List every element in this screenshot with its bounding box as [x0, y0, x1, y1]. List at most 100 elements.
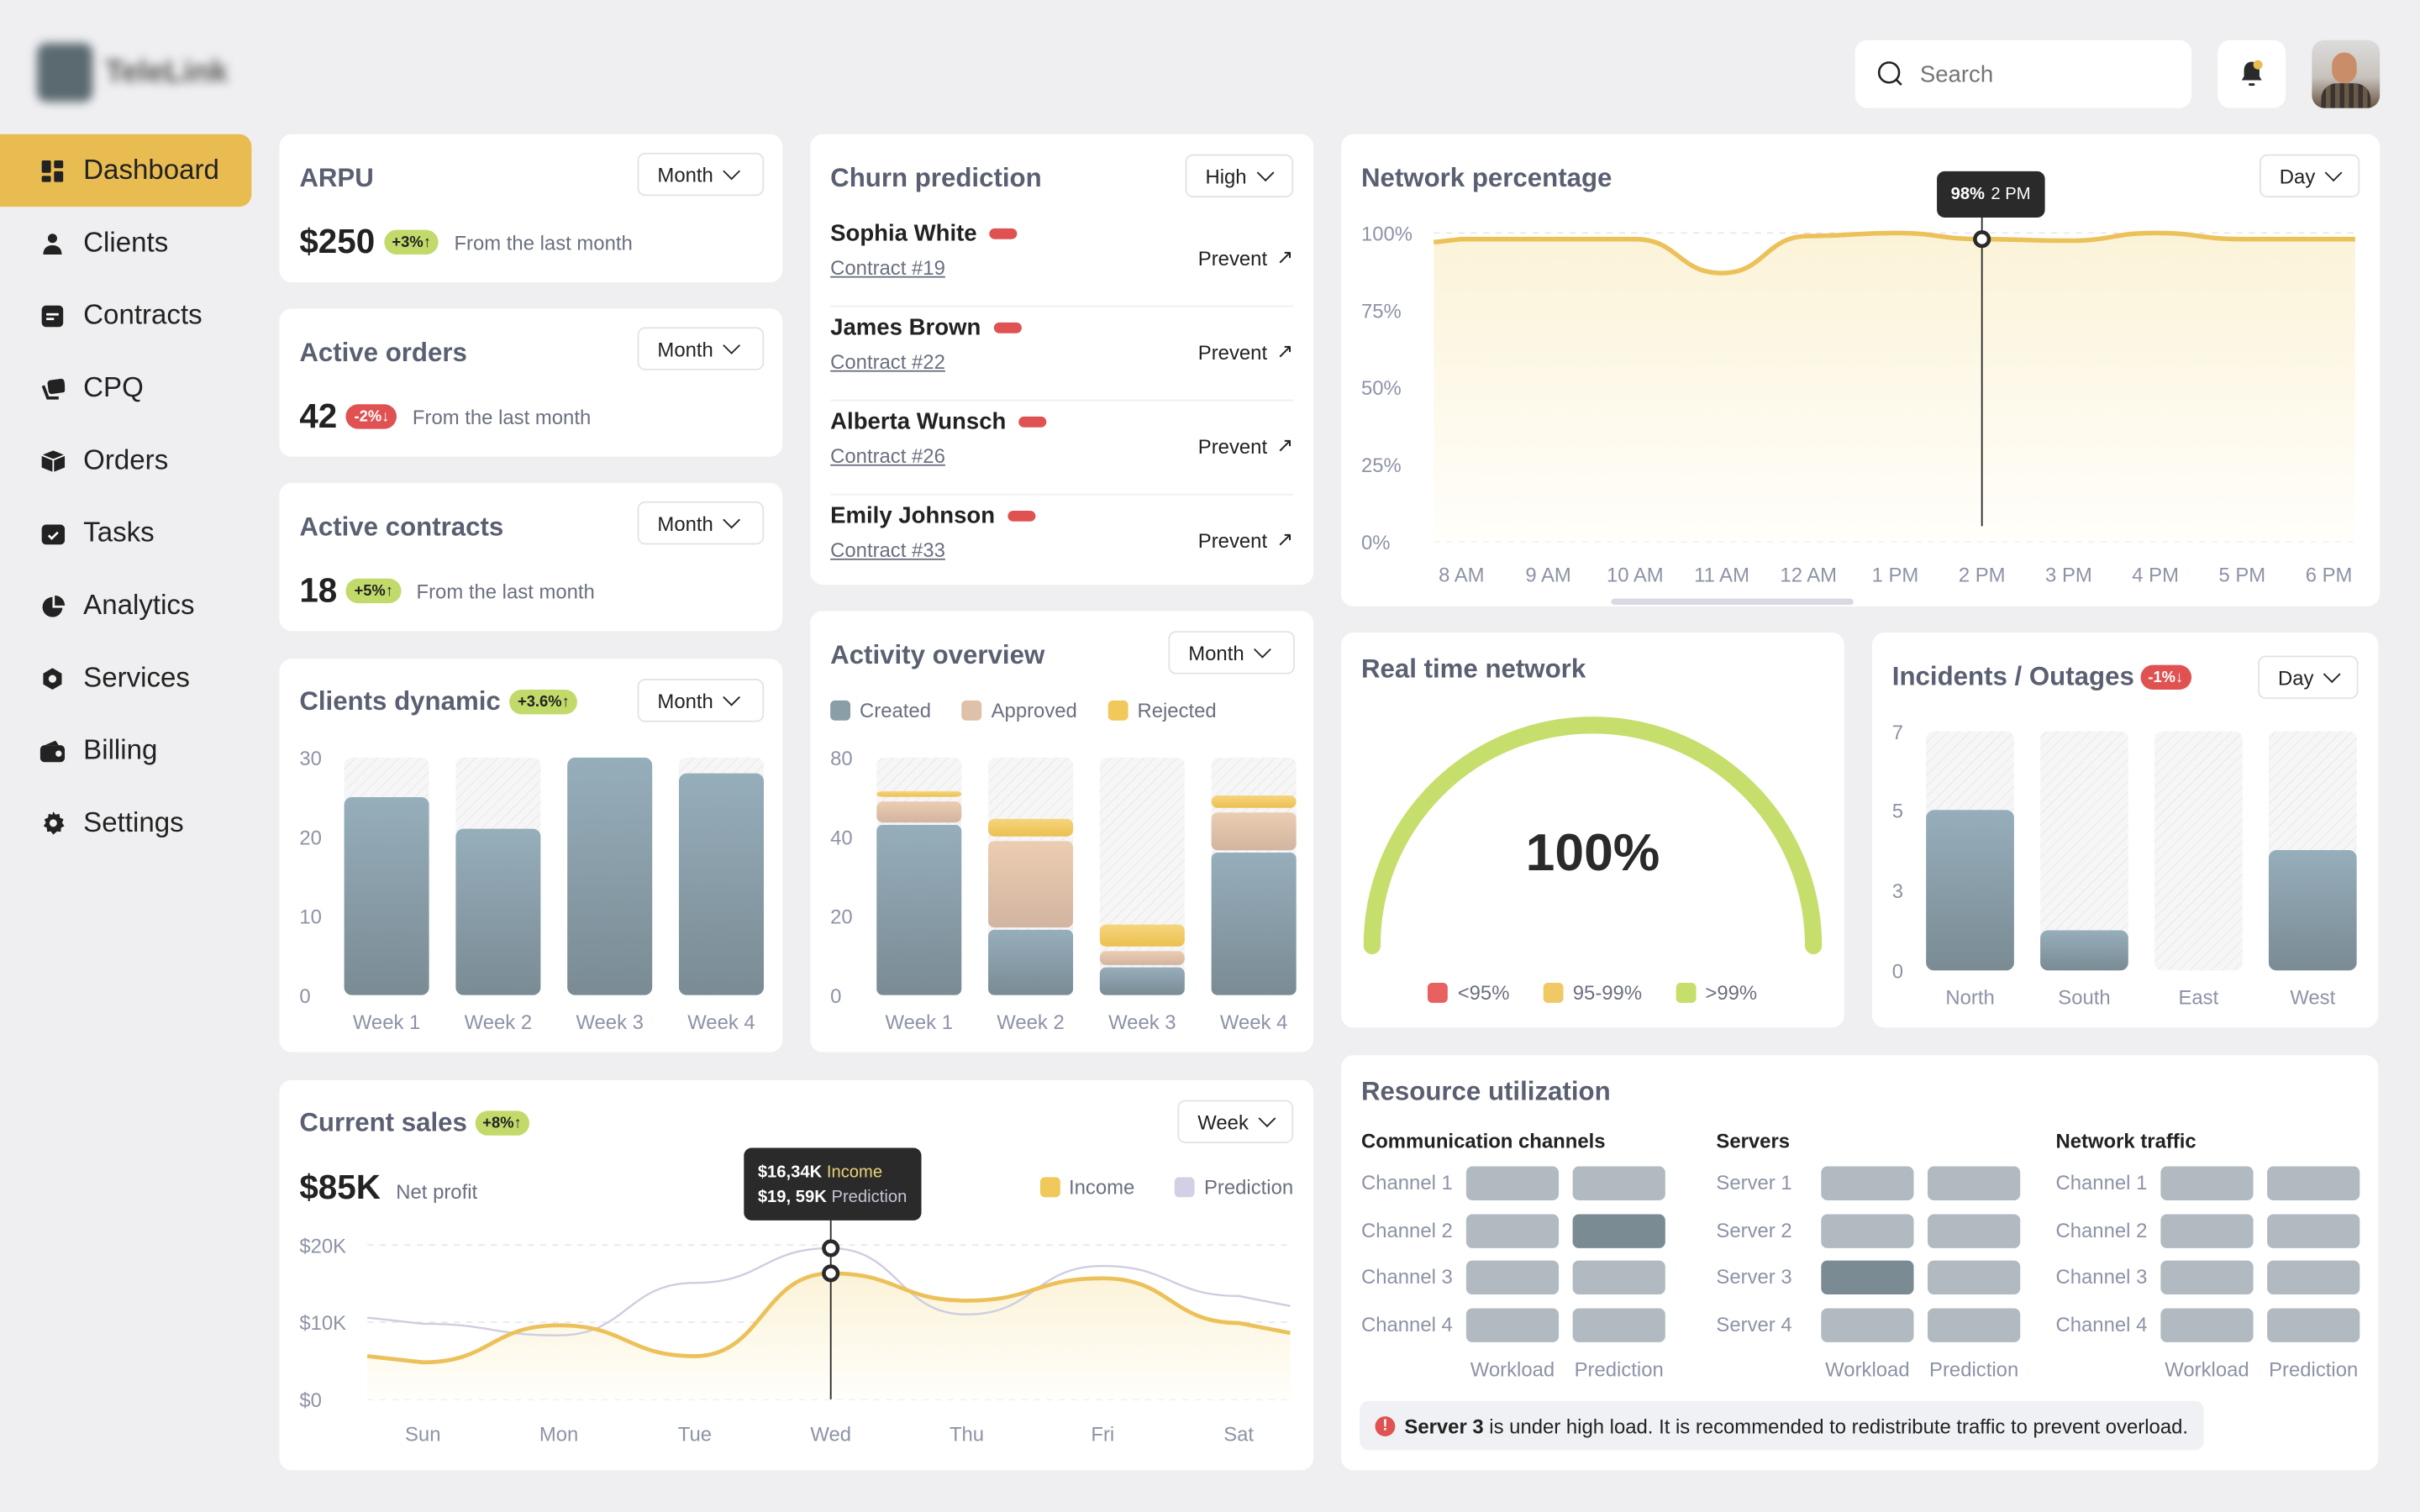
- period-dropdown[interactable]: Month: [637, 152, 765, 197]
- churn-row: Emily Johnson Contract #33 Prevent ↗: [830, 494, 1293, 588]
- bar: [2040, 930, 2128, 971]
- document-icon: [40, 303, 65, 328]
- clients-dynamic-chart: 0 10 20 30 Week 1 Week 2 Week 3 Week 4: [299, 748, 764, 1034]
- sidebar-item-settings[interactable]: Settings: [0, 787, 251, 859]
- sidebar-item-orders[interactable]: Orders: [0, 424, 251, 496]
- x-tick-label: 5 PM: [2219, 564, 2266, 586]
- card-title: Churn prediction: [830, 163, 1042, 193]
- x-tick-label: Tue: [678, 1423, 712, 1446]
- arrow-up-right-icon: ↗: [1276, 245, 1294, 269]
- x-tick-label: 9 AM: [1525, 564, 1570, 586]
- x-tick-label: South: [2058, 987, 2110, 1010]
- tooltip-income-row: $16,34K Income: [758, 1160, 908, 1184]
- resource-row: Channel 4: [1361, 1307, 1670, 1342]
- y-tick-label: 0%: [1361, 532, 1390, 554]
- workload-cell: [2160, 1260, 2254, 1294]
- contract-link[interactable]: Contract #33: [830, 538, 945, 562]
- kpi-card-arpu: ARPU Month $250 +3%↑ From the last month: [279, 134, 783, 283]
- legend-swatch: [1543, 982, 1564, 1003]
- bar-segment-created: [1099, 967, 1185, 995]
- x-tick-label: Week 3: [1108, 1011, 1176, 1034]
- kpi-value-row: $250 +3%↑ From the last month: [299, 222, 632, 262]
- trend-badge: +3%↑: [384, 229, 439, 255]
- sidebar-item-tasks[interactable]: Tasks: [0, 496, 251, 569]
- y-tick-label: $20K: [299, 1235, 346, 1257]
- dropdown-value: Month: [657, 162, 713, 186]
- prediction-cell: [2267, 1307, 2360, 1342]
- resource-label: Server 4: [1716, 1312, 1792, 1336]
- kpi-card-active-orders: Active orders Month 42 -2%↓ From the las…: [279, 308, 783, 457]
- trend-badge: +5%↑: [346, 578, 402, 604]
- bar-segment-rejected: [1211, 795, 1297, 808]
- prevent-button[interactable]: Prevent ↗: [1198, 528, 1293, 552]
- column-label: Prediction: [2269, 1357, 2359, 1381]
- y-tick-label: 3: [1892, 880, 1903, 903]
- resource-row: Server 4: [1716, 1307, 2024, 1342]
- churn-row: James Brown Contract #22 Prevent ↗: [830, 306, 1294, 402]
- resource-label: Channel 1: [2055, 1171, 2148, 1194]
- risk-filter-dropdown[interactable]: High: [1185, 154, 1294, 198]
- sidebar-item-billing[interactable]: Billing: [0, 714, 251, 786]
- chevron-down-icon: [723, 162, 741, 181]
- activity-overview-card: Activity overview Month Created Approved…: [810, 611, 1314, 1053]
- resource-group: Communication channels Channel 1 Channel 2…: [1361, 1129, 1670, 1381]
- resource-group: Servers Server 1 Server 2 Server 3 Server 4 W…: [1716, 1129, 2024, 1381]
- x-tick-label: Fri: [1091, 1423, 1114, 1446]
- user-avatar[interactable]: [2312, 39, 2381, 108]
- dropdown-value: Month: [657, 511, 713, 535]
- resource-row: Channel 1: [2055, 1166, 2364, 1200]
- sidebar-item-label: Services: [83, 661, 190, 693]
- legend-swatch: [1428, 982, 1449, 1003]
- x-tick-label: Week 2: [465, 1011, 532, 1034]
- search-input[interactable]: [1917, 59, 2155, 89]
- churn-prediction-card: Churn prediction High Sophia White Contr…: [810, 134, 1314, 588]
- period-dropdown[interactable]: Month: [637, 327, 765, 370]
- sales-chart: $0 $10K $20K Sun Mon Tue Wed Thu Fri Sat: [299, 1220, 1291, 1446]
- prevent-button[interactable]: Prevent ↗: [1198, 433, 1293, 458]
- period-dropdown[interactable]: Month: [637, 501, 765, 545]
- resource-label: Channel 2: [2055, 1218, 2148, 1242]
- x-tick-label: 10 AM: [1607, 564, 1664, 586]
- resource-label: Server 1: [1716, 1171, 1792, 1194]
- search-box[interactable]: [1854, 39, 2192, 108]
- x-tick-label: East: [2179, 987, 2219, 1010]
- prevent-button[interactable]: Prevent ↗: [1198, 245, 1293, 270]
- prediction-cell: [2267, 1260, 2360, 1294]
- contract-link[interactable]: Contract #26: [830, 444, 945, 468]
- kpi-value-row: 18 +5%↑ From the last month: [299, 571, 595, 612]
- app-logo[interactable]: TeleLink: [37, 43, 228, 102]
- prevent-button[interactable]: Prevent ↗: [1198, 339, 1293, 364]
- sidebar-item-analytics[interactable]: Analytics: [0, 570, 251, 642]
- workload-cell: [1465, 1307, 1560, 1342]
- resource-row: Channel 4: [2055, 1307, 2364, 1342]
- y-tick-label: 40: [830, 827, 853, 849]
- churn-row: Alberta Wunsch Contract #26 Prevent ↗: [830, 400, 1294, 496]
- y-tick-label: 10: [299, 906, 322, 929]
- bar: [1926, 810, 2014, 971]
- bar-segment-rejected: [876, 790, 962, 797]
- risk-indicator: [1007, 510, 1035, 522]
- contract-link[interactable]: Contract #22: [830, 350, 945, 374]
- y-tick-label: 30: [299, 748, 322, 770]
- prediction-cell: [1572, 1260, 1665, 1294]
- chart-scrollbar[interactable]: [1611, 598, 1854, 605]
- network-chart: 0% 25% 50% 75% 100% 8 AM 9 AM 10 AM 11 AM 12 AM 1 …: [1361, 217, 2355, 586]
- sidebar-item-contracts[interactable]: Contracts: [0, 279, 251, 351]
- card-title: ARPU: [299, 163, 374, 193]
- x-tick-label: Week 4: [687, 1011, 755, 1034]
- contract-link[interactable]: Contract #19: [830, 256, 945, 280]
- x-tick-label: West: [2290, 987, 2335, 1010]
- client-name: James Brown: [830, 315, 1022, 341]
- arrow-up-right-icon: ↗: [1276, 433, 1294, 457]
- kpi-value: 18: [299, 570, 338, 610]
- sidebar-item-services[interactable]: Services: [0, 642, 251, 714]
- notifications-button[interactable]: [2217, 39, 2286, 108]
- sidebar-item-dashboard[interactable]: Dashboard: [0, 134, 252, 207]
- sidebar-item-cpq[interactable]: CPQ: [0, 352, 251, 424]
- sidebar-item-clients[interactable]: Clients: [0, 207, 251, 279]
- highlight-point: [1973, 230, 1991, 249]
- sales-tooltip: $16,34K Income $19, 59K Prediction: [744, 1147, 922, 1221]
- sidebar-item-label: CPQ: [83, 371, 144, 403]
- y-tick-label: 20: [830, 906, 853, 929]
- kpi-value: $250: [299, 222, 376, 261]
